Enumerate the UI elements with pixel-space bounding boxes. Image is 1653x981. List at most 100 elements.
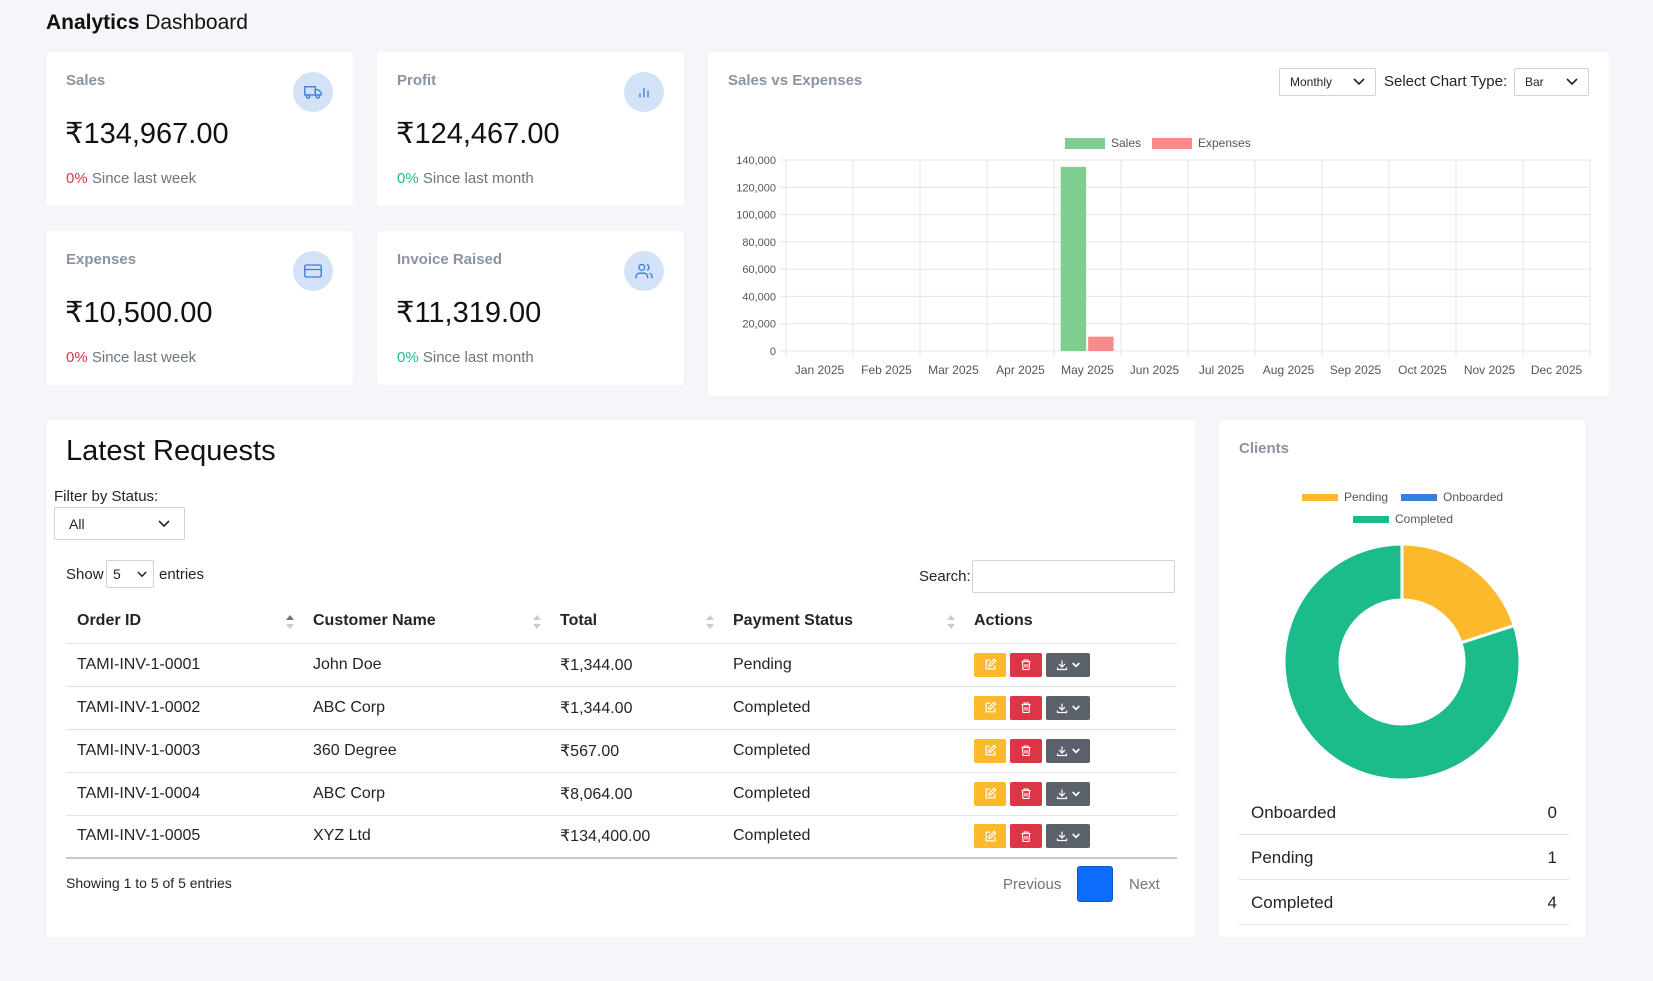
x-tick-label: Oct 2025 (1398, 363, 1447, 377)
latest-requests-card: Latest Requests Filter by Status: All Sh… (46, 420, 1195, 937)
latest-requests-title: Latest Requests (66, 435, 276, 467)
client-status-label: Onboarded (1251, 802, 1337, 822)
payment-status-cell: Completed (722, 815, 963, 859)
column-header-order-id[interactable]: Order ID (66, 600, 302, 644)
order-id-cell: TAMI-INV-1-0004 (66, 772, 302, 816)
pagination-previous[interactable]: Previous (1003, 876, 1061, 893)
delete-button[interactable] (1010, 824, 1042, 849)
stat-label: Expenses (66, 251, 137, 268)
sort-icon (947, 615, 955, 629)
y-tick-label: 120,000 (736, 182, 776, 194)
stat-footer: 0% Since last week (66, 170, 197, 187)
client-status-row: Pending 1 (1239, 836, 1569, 880)
actions-cell (963, 643, 1177, 687)
edit-icon (985, 744, 996, 756)
actions-cell (963, 729, 1177, 773)
x-tick-label: Nov 2025 (1464, 363, 1516, 377)
table-row: TAMI-INV-1-0003 360 Degree ₹567.00 Complete… (66, 729, 1177, 773)
entries-select[interactable]: 5 (106, 560, 154, 588)
x-tick-label: Jul 2025 (1199, 363, 1245, 377)
clients-card: Clients Pending Onboarded Completed Onboar… (1219, 420, 1586, 937)
table-row: TAMI-INV-1-0002 ABC Corp ₹1,344.00 Complete… (66, 686, 1177, 730)
pagination-next[interactable]: Next (1129, 876, 1160, 893)
table-row: TAMI-INV-1-0004 ABC Corp ₹8,064.00 Complete… (66, 772, 1177, 816)
delete-button[interactable] (1010, 781, 1042, 806)
x-tick-label: Feb 2025 (861, 363, 912, 377)
search-label: Search: (919, 568, 971, 585)
chevron-down-icon (1072, 747, 1080, 753)
edit-button[interactable] (974, 695, 1006, 720)
delete-button[interactable] (1010, 652, 1042, 677)
stat-label: Profit (397, 72, 437, 89)
legend-swatch (1401, 494, 1437, 501)
download-dropdown-button[interactable] (1046, 738, 1090, 763)
stat-card-expenses: Expenses ₹10,500.00 0% Since last week (46, 231, 353, 385)
payment-status-cell: Completed (722, 729, 963, 773)
download-dropdown-button[interactable] (1046, 781, 1090, 806)
sales-chart-card: Sales vs Expenses Monthly Select Chart T… (708, 52, 1609, 396)
download-dropdown-button[interactable] (1046, 824, 1090, 849)
x-tick-label: Apr 2025 (996, 363, 1045, 377)
trash-icon (1021, 788, 1031, 800)
stat-card-invoice: Invoice Raised ₹11,319.00 0% Since last … (377, 231, 684, 385)
client-status-count: 0 (1547, 802, 1557, 822)
download-dropdown-button[interactable] (1046, 652, 1090, 677)
legend-swatch (1065, 138, 1105, 149)
order-id-cell: TAMI-INV-1-0001 (66, 643, 302, 687)
clients-donut-chart: Pending Onboarded Completed (1282, 490, 1522, 782)
delete-button[interactable] (1010, 738, 1042, 763)
chevron-down-icon (1072, 661, 1080, 667)
total-cell: ₹8,064.00 (549, 772, 722, 816)
column-header-payment-status[interactable]: Payment Status (722, 600, 963, 644)
x-tick-label: Jan 2025 (795, 363, 845, 377)
client-status-label: Completed (1251, 892, 1334, 912)
stat-value: ₹10,500.00 (65, 297, 213, 329)
requests-table: Order ID Customer Name Total Payment Sta… (66, 600, 1177, 859)
x-tick-label: Mar 2025 (928, 363, 979, 377)
download-icon (1056, 831, 1068, 842)
edit-icon (985, 830, 996, 842)
edit-button[interactable] (974, 652, 1006, 677)
search-input[interactable] (972, 560, 1175, 593)
stat-value: ₹134,967.00 (65, 118, 229, 150)
legend-label: Onboarded (1443, 490, 1503, 504)
edit-button[interactable] (974, 781, 1006, 806)
x-tick-label: Dec 2025 (1531, 363, 1583, 377)
total-cell: ₹567.00 (549, 729, 722, 773)
chevron-down-icon (137, 570, 147, 577)
client-status-count: 4 (1547, 892, 1557, 912)
legend-label: Completed (1395, 512, 1453, 526)
actions-cell (963, 686, 1177, 730)
download-dropdown-button[interactable] (1046, 695, 1090, 720)
trash-icon (1021, 659, 1031, 671)
total-cell: ₹1,344.00 (549, 643, 722, 687)
total-cell: ₹134,400.00 (549, 815, 722, 859)
download-icon (1056, 660, 1068, 670)
payment-status-cell: Completed (722, 772, 963, 816)
order-id-cell: TAMI-INV-1-0003 (66, 729, 302, 773)
edit-button[interactable] (974, 738, 1006, 763)
x-tick-label: Sep 2025 (1330, 363, 1382, 377)
bar-chart: 0 20,000 40,000 60,000 80,000 100,000 120,000 1… (736, 136, 1591, 377)
client-status-row: Onboarded 0 (1239, 791, 1569, 835)
legend-label: Sales (1111, 136, 1141, 150)
customer-name-cell: John Doe (302, 643, 549, 687)
y-tick-label: 20,000 (742, 319, 776, 331)
stat-value: ₹124,467.00 (396, 118, 560, 150)
edit-icon (985, 787, 996, 799)
edit-button[interactable] (974, 824, 1006, 849)
customer-name-cell: ABC Corp (302, 772, 549, 816)
filter-label: Filter by Status: (54, 488, 159, 505)
column-header-customer-name[interactable]: Customer Name (302, 600, 549, 644)
column-header-total[interactable]: Total (549, 600, 722, 644)
payment-status-cell: Completed (722, 686, 963, 730)
delete-button[interactable] (1010, 695, 1042, 720)
stat-label: Invoice Raised (397, 251, 503, 268)
status-filter-select[interactable]: All (54, 507, 185, 540)
x-tick-label: May 2025 (1061, 363, 1114, 377)
entries-label: entries (159, 566, 205, 583)
truck-icon (293, 72, 333, 112)
show-label: Show (66, 566, 104, 583)
sort-icon (533, 615, 541, 629)
pagination-page-1[interactable]: 1 (1077, 866, 1113, 902)
